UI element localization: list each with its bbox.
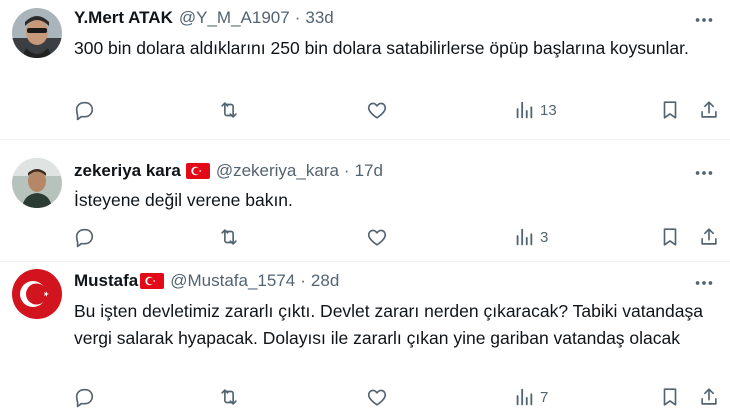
bookmark-button[interactable]	[659, 99, 681, 121]
tweet-header: zekeriya kara @zekeriya_kara · 17d	[74, 159, 383, 183]
avatar[interactable]	[12, 158, 62, 208]
tweet-actions: 13	[0, 99, 730, 129]
timestamp[interactable]: 28d	[311, 271, 339, 291]
more-options-button[interactable]	[692, 271, 716, 295]
reply-button[interactable]	[73, 386, 95, 408]
reply-button[interactable]	[73, 226, 95, 248]
like-button[interactable]	[366, 386, 388, 408]
retweet-icon	[221, 229, 237, 245]
tweet[interactable]: Y.Mert ATAK @Y_M_A1907 · 33d 300 bin dol…	[0, 0, 730, 139]
retweet-icon	[221, 389, 237, 405]
tweet-actions: 7	[0, 386, 730, 416]
tweet[interactable]: zekeriya kara @zekeriya_kara · 17d İstey…	[0, 139, 730, 261]
tweet-text: Bu işten devletimiz zararlı çıktı. Devle…	[74, 301, 703, 348]
bookmark-icon	[663, 101, 677, 119]
more-icon	[695, 281, 713, 285]
views-icon	[516, 388, 533, 406]
separator-dot: ·	[343, 161, 350, 180]
retweet-button[interactable]	[218, 226, 240, 248]
separator-dot: ·	[300, 271, 306, 290]
share-icon	[701, 388, 717, 405]
avatar[interactable]	[12, 8, 62, 58]
tweet-text: 300 bin dolara aldıklarını 250 bin dolar…	[74, 38, 689, 58]
reply-icon	[75, 101, 94, 121]
retweet-button[interactable]	[218, 386, 240, 408]
author-handle[interactable]: @Y_M_A1907	[179, 8, 290, 28]
avatar[interactable]	[12, 269, 62, 319]
tweet-actions: 3	[0, 226, 730, 256]
more-icon	[695, 18, 713, 22]
turkey-flag-icon	[140, 273, 165, 289]
views-count: 7	[540, 388, 549, 406]
author-name[interactable]: Y.Mert ATAK	[74, 8, 173, 28]
share-icon	[701, 101, 717, 118]
like-icon	[367, 389, 387, 406]
author-handle[interactable]: @Mustafa_1574	[170, 271, 295, 291]
like-icon	[367, 229, 387, 246]
tweet-header: Y.Mert ATAK @Y_M_A1907 · 33d	[74, 6, 334, 30]
views-button[interactable]: 13	[513, 99, 557, 121]
share-button[interactable]	[698, 226, 720, 248]
more-icon	[695, 171, 713, 175]
more-options-button[interactable]	[692, 8, 716, 32]
author-handle[interactable]: @zekeriya_kara	[216, 161, 339, 181]
bookmark-button[interactable]	[659, 226, 681, 248]
views-icon	[516, 101, 533, 119]
reply-icon	[75, 228, 94, 248]
bookmark-icon	[663, 388, 677, 406]
share-button[interactable]	[698, 386, 720, 408]
turkey-flag-icon	[185, 163, 210, 179]
more-options-button[interactable]	[692, 161, 716, 185]
bookmark-button[interactable]	[659, 386, 681, 408]
tweet-text: İsteyene değil verene bakın.	[74, 190, 293, 210]
bookmark-icon	[663, 228, 677, 246]
share-button[interactable]	[698, 99, 720, 121]
author-name[interactable]: Mustafa	[74, 271, 138, 291]
views-button[interactable]: 3	[513, 226, 548, 248]
reply-button[interactable]	[73, 99, 95, 121]
views-button[interactable]: 7	[513, 386, 548, 408]
separator-dot: ·	[294, 8, 301, 27]
tweet-header: Mustafa @Mustafa_1574 · 28d	[74, 269, 339, 293]
share-icon	[701, 228, 717, 245]
tweet[interactable]: Mustafa @Mustafa_1574 · 28d Bu işten dev…	[0, 261, 730, 420]
retweet-button[interactable]	[218, 99, 240, 121]
timestamp[interactable]: 33d	[305, 8, 333, 28]
reply-icon	[75, 388, 94, 408]
author-name[interactable]: zekeriya kara	[74, 161, 181, 181]
like-button[interactable]	[366, 226, 388, 248]
retweet-icon	[221, 102, 237, 118]
views-icon	[516, 228, 533, 246]
timestamp[interactable]: 17d	[355, 161, 383, 181]
like-button[interactable]	[366, 99, 388, 121]
views-count: 13	[540, 101, 557, 119]
like-icon	[367, 102, 387, 119]
views-count: 3	[540, 228, 549, 246]
